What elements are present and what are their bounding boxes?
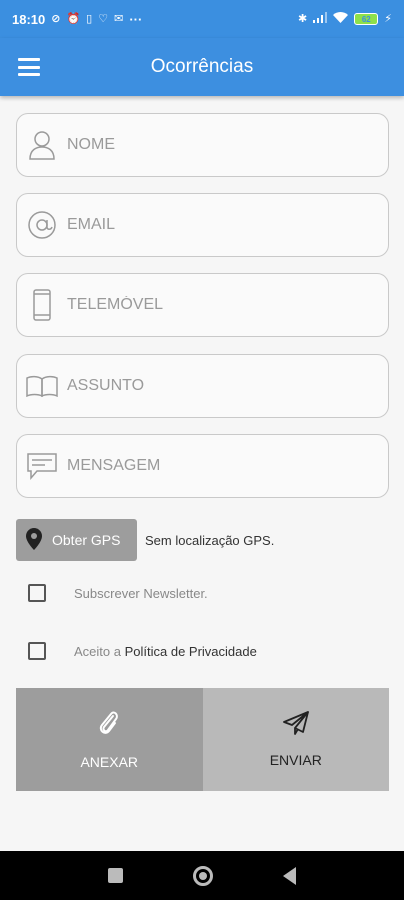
- attach-button[interactable]: ANEXAR: [16, 688, 203, 791]
- newsletter-label: Subscrever Newsletter.: [74, 585, 208, 601]
- attach-label: ANEXAR: [80, 754, 139, 770]
- back-icon[interactable]: [283, 866, 296, 885]
- mobile-phone-icon: [17, 289, 67, 321]
- name-input[interactable]: [67, 114, 388, 176]
- gps-row: Obter GPS Sem localização GPS.: [16, 519, 274, 561]
- battery-icon: 62: [354, 13, 379, 25]
- alarm-icon: ⏰: [66, 12, 81, 25]
- more-notifications: ···: [129, 11, 143, 27]
- signal-icon: [313, 12, 328, 26]
- action-buttons: ANEXAR ENVIAR: [16, 688, 389, 791]
- wifi-icon: [333, 12, 349, 26]
- message-field[interactable]: [16, 434, 389, 498]
- get-gps-button[interactable]: Obter GPS: [16, 519, 137, 561]
- dnd-icon: ⊘: [51, 12, 61, 25]
- status-time: 18:10: [12, 11, 46, 27]
- at-sign-icon: [17, 210, 67, 240]
- person-icon: [17, 130, 67, 160]
- status-bar: 18:10 ⊘ ⏰ ▯ ♡ ✉ ··· ✱ 62 ⚡: [0, 0, 404, 38]
- system-nav-bar: [0, 851, 404, 900]
- recent-apps-icon[interactable]: [108, 868, 123, 883]
- privacy-row: Aceito a Política de Privacidade: [28, 642, 257, 660]
- privacy-prefix: Aceito a: [74, 643, 121, 659]
- paperclip-icon: [98, 709, 120, 740]
- phone-input[interactable]: [67, 274, 388, 336]
- get-gps-label: Obter GPS: [52, 532, 121, 548]
- mail-icon: ✉: [114, 12, 124, 25]
- map-pin-icon: [26, 527, 42, 553]
- privacy-label: Aceito a Política de Privacidade: [74, 644, 257, 659]
- phone-field[interactable]: [16, 273, 389, 337]
- sim-icon: ▯: [86, 12, 93, 25]
- app-bar: Ocorrências: [0, 38, 404, 96]
- gps-status: Sem localização GPS.: [145, 532, 275, 548]
- message-input[interactable]: [67, 435, 388, 497]
- page-title: Ocorrências: [150, 56, 254, 77]
- privacy-policy-link[interactable]: Política de Privacidade: [125, 644, 257, 659]
- newsletter-row: Subscrever Newsletter.: [28, 584, 208, 602]
- home-icon[interactable]: [193, 865, 213, 886]
- email-field[interactable]: [16, 193, 389, 257]
- paper-plane-icon: [282, 711, 309, 738]
- privacy-checkbox[interactable]: [28, 642, 46, 660]
- charging-icon: ⚡: [384, 12, 392, 25]
- subject-field[interactable]: [16, 354, 389, 418]
- newsletter-checkbox[interactable]: [28, 584, 46, 602]
- email-input[interactable]: [67, 194, 388, 256]
- hamburger-menu-icon[interactable]: [18, 58, 40, 76]
- send-label: ENVIAR: [269, 752, 322, 768]
- send-button[interactable]: ENVIAR: [202, 688, 389, 791]
- name-field[interactable]: [16, 113, 389, 177]
- bluetooth-icon: ✱: [298, 12, 308, 25]
- subject-input[interactable]: [67, 355, 388, 417]
- book-icon: [17, 375, 67, 397]
- message-icon: [17, 452, 67, 480]
- heart-icon: ♡: [98, 12, 109, 25]
